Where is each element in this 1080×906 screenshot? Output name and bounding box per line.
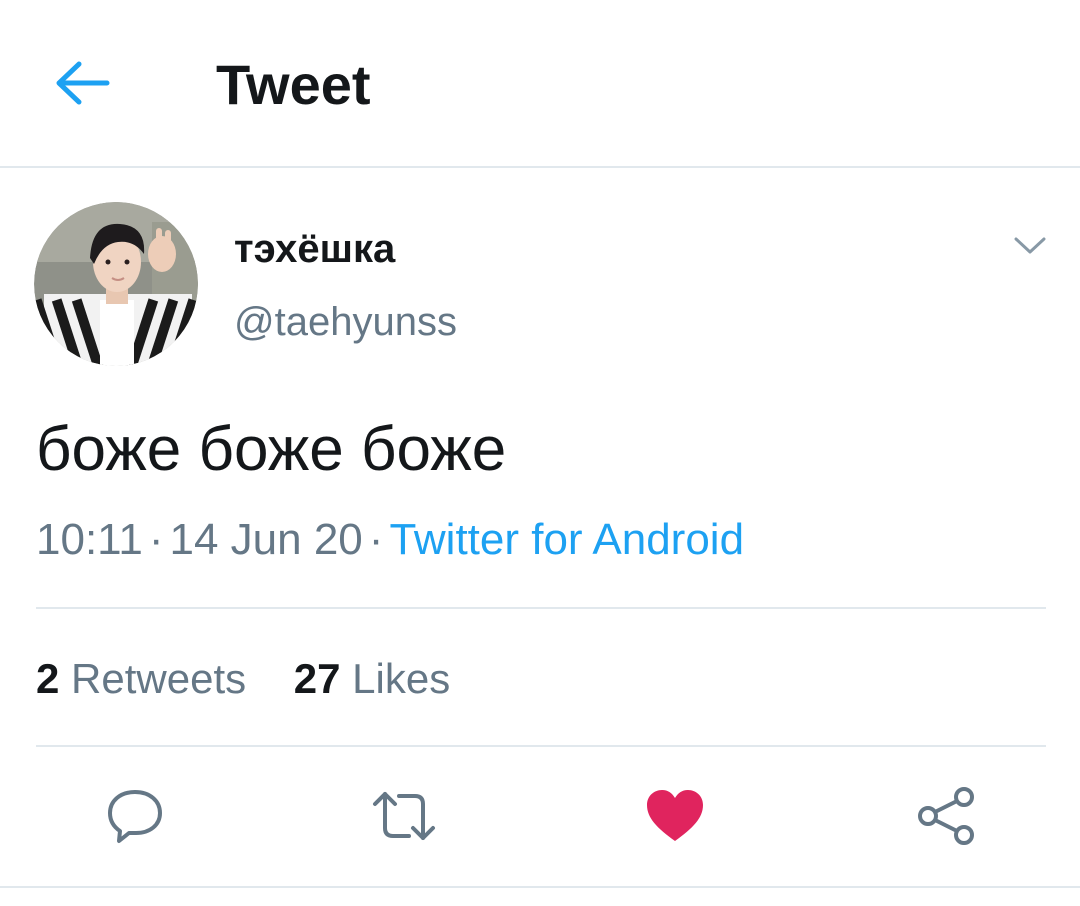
meta-separator: · — [148, 515, 164, 564]
share-button[interactable] — [910, 780, 982, 852]
likes-count: 27 — [293, 655, 341, 702]
retweet-button[interactable] — [368, 780, 440, 852]
profile-photo — [34, 202, 198, 366]
speech-bubble-icon — [108, 790, 162, 843]
retweets-count: 2 — [36, 655, 60, 702]
meta-separator: · — [368, 515, 384, 564]
arrow-left-icon — [56, 61, 110, 105]
share-icon — [918, 787, 974, 845]
user-handle[interactable]: @taehyunss — [234, 297, 457, 347]
tweet-date: 14 Jun 20 — [169, 515, 363, 564]
back-button[interactable] — [52, 52, 114, 114]
tweet-meta: 10:11 · 14 Jun 20 · Twitter for Android — [36, 512, 744, 568]
heart-icon — [647, 790, 703, 841]
display-name[interactable]: тэхёшка — [234, 224, 395, 274]
divider — [36, 607, 1046, 609]
tweet-text: боже боже боже — [36, 415, 507, 484]
tweet-source-link[interactable]: Twitter for Android — [389, 515, 744, 564]
tweet-time: 10:11 — [36, 515, 143, 564]
reply-button[interactable] — [99, 780, 171, 852]
likes-label: Likes — [352, 655, 451, 702]
tweet-stats: 2 Retweets 27 Likes — [36, 652, 486, 706]
page-title: Tweet — [216, 53, 371, 116]
retweet-icon — [373, 792, 435, 840]
like-button[interactable] — [639, 780, 711, 852]
likes-stat[interactable]: 27 Likes — [294, 652, 450, 706]
retweets-label: Retweets — [71, 655, 247, 702]
divider — [0, 886, 1080, 888]
divider — [36, 745, 1046, 747]
chevron-down-icon — [1014, 237, 1046, 254]
more-options-button[interactable] — [1006, 226, 1054, 266]
top-bar: Tweet — [0, 0, 1080, 168]
retweets-stat[interactable]: 2 Retweets — [36, 652, 246, 706]
avatar[interactable] — [34, 202, 198, 366]
tweet-detail-screen: Tweet тэхёшка @taehyunss боже боже боже … — [0, 0, 1080, 906]
